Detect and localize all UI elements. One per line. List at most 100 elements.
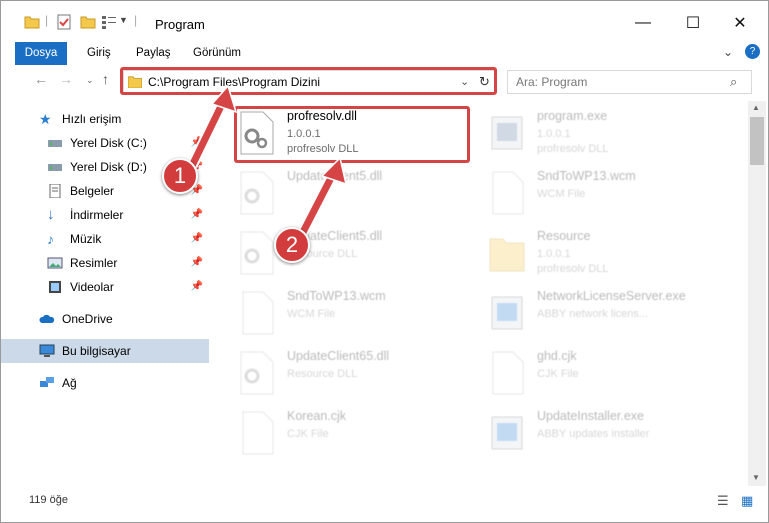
- music-icon: ♪: [47, 231, 54, 247]
- file-line: WCM File: [287, 308, 336, 320]
- pin-icon[interactable]: 📌: [191, 209, 203, 220]
- minimize-button[interactable]: —: [631, 11, 655, 35]
- tab-giris[interactable]: Giriş: [87, 42, 111, 64]
- file-name: UpdateInstaller.exe: [537, 409, 645, 423]
- nav-item-label: Belgeler: [70, 184, 115, 198]
- nav-item-label: Hızlı erişim: [62, 112, 122, 126]
- nav-item-label: Resimler: [70, 256, 118, 270]
- step-badge-1: 1: [162, 158, 198, 194]
- close-button[interactable]: ✕: [728, 11, 752, 35]
- maximize-button[interactable]: ☐: [681, 11, 705, 35]
- nav-item-downloads[interactable]: ↓ İndirmeler 📌: [1, 203, 209, 227]
- pin-icon[interactable]: 📌: [191, 233, 203, 244]
- tab-dosya[interactable]: Dosya: [15, 42, 67, 65]
- star-icon: ★: [39, 111, 52, 127]
- file-name: UpdateClient5.dll: [287, 169, 383, 183]
- exe-file-icon: [491, 116, 523, 150]
- dll-file-icon: [240, 351, 274, 395]
- file-name: SndToWP13.wcm: [287, 289, 386, 303]
- nav-item-this-pc[interactable]: Bu bilgisayar: [1, 339, 209, 363]
- file-highlight: [234, 106, 470, 163]
- item-count: 119 öğe: [29, 494, 68, 506]
- search-input[interactable]: Ara: Program: [516, 75, 587, 89]
- vertical-scrollbar[interactable]: ▲ ▼: [748, 101, 766, 486]
- file-name: program.exe: [537, 109, 608, 123]
- videos-icon: [49, 281, 61, 293]
- pin-icon[interactable]: 📌: [191, 281, 203, 292]
- documents-icon: [49, 184, 61, 198]
- nav-item-disk-c[interactable]: Yerel Disk (C:) 📌: [1, 131, 209, 155]
- computer-icon: [39, 344, 55, 357]
- tab-paylas[interactable]: Paylaş: [136, 42, 171, 64]
- search-box[interactable]: Ara: Program ⌕: [507, 70, 752, 94]
- exe-file-icon: [491, 296, 523, 330]
- step-badge-2: 2: [274, 227, 310, 263]
- file-line: CJK File: [537, 368, 579, 380]
- drive-icon: [48, 140, 62, 147]
- file-item[interactable]: UpdateInstaller.exe ABBY updates install…: [489, 409, 739, 467]
- pictures-icon: [47, 257, 63, 269]
- scrollbar-thumb[interactable]: [750, 117, 764, 165]
- nav-item-quick-access[interactable]: ★ Hızlı erişim: [1, 107, 209, 131]
- properties-icon[interactable]: [56, 14, 72, 30]
- dll-file-icon: [240, 231, 274, 275]
- download-icon: ↓: [47, 206, 55, 223]
- details-view-icon[interactable]: ☰: [717, 493, 729, 509]
- tab-gorunum[interactable]: Görünüm: [193, 42, 241, 64]
- file-line: profresolv DLL: [537, 143, 609, 155]
- customize-toolbar-icon[interactable]: ▼: [119, 15, 128, 25]
- file-item[interactable]: UpdateClient65.dll Resource DLL: [239, 349, 489, 407]
- file-name: UpdateClient65.dll: [287, 349, 390, 363]
- file-item[interactable]: Korean.cjk CJK File: [239, 409, 489, 467]
- new-folder-icon[interactable]: [80, 14, 96, 30]
- file-item[interactable]: SndToWP13.wcm WCM File: [489, 169, 739, 227]
- nav-item-label: Yerel Disk (D:): [70, 160, 147, 174]
- status-bar: 119 öğe ☰ ▦: [1, 487, 768, 522]
- file-item[interactable]: program.exe 1.0.0.1 profresolv DLL: [489, 109, 739, 167]
- pin-icon[interactable]: 📌: [191, 137, 203, 148]
- cloud-icon: [39, 314, 55, 323]
- ribbon-tabs: Dosya Giriş Paylaş Görünüm ⌄ ?: [1, 39, 768, 65]
- view-icon[interactable]: [101, 14, 117, 30]
- scroll-down-icon[interactable]: ▼: [752, 473, 760, 482]
- file-item[interactable]: UpdateClient5.dll: [239, 169, 489, 227]
- chevron-down-icon[interactable]: ⌄: [723, 45, 733, 59]
- nav-item-videos[interactable]: Videolar 📌: [1, 275, 209, 299]
- file-icon: [242, 411, 274, 455]
- separator: |: [45, 13, 49, 27]
- back-arrow-icon[interactable]: ←: [34, 71, 48, 87]
- search-icon[interactable]: ⌕: [730, 74, 737, 90]
- file-line: WCM File: [537, 188, 586, 200]
- file-item[interactable]: ghd.cjk CJK File: [489, 349, 739, 407]
- address-highlight: [120, 67, 497, 95]
- file-name: Resource: [537, 229, 591, 243]
- scroll-up-icon[interactable]: ▲: [752, 103, 760, 112]
- file-item[interactable]: Resource 1.0.0.1 profresolv DLL: [489, 229, 739, 287]
- file-line: ABBY updates installer: [537, 428, 650, 440]
- forward-arrow-icon[interactable]: →: [59, 71, 73, 87]
- nav-item-label: OneDrive: [62, 312, 113, 326]
- up-arrow-icon[interactable]: ↑: [102, 71, 109, 87]
- nav-item-label: Müzik: [70, 232, 102, 246]
- nav-item-onedrive[interactable]: OneDrive: [1, 307, 209, 331]
- file-line: 1.0.0.1: [537, 248, 571, 260]
- file-item[interactable]: SndToWP13.wcm WCM File: [239, 289, 489, 347]
- title-bar: | ▼ | Program — ☐ ✕: [1, 1, 768, 39]
- nav-item-label: Yerel Disk (C:): [70, 136, 147, 150]
- file-line: CJK File: [287, 428, 329, 440]
- nav-item-pictures[interactable]: Resimler 📌: [1, 251, 209, 275]
- nav-item-music[interactable]: ♪ Müzik 📌: [1, 227, 209, 251]
- nav-item-label: Ağ: [62, 376, 77, 390]
- folder-icon[interactable]: [24, 14, 40, 30]
- tiles-view-icon[interactable]: ▦: [741, 493, 753, 509]
- recent-locations-icon[interactable]: ⌄: [86, 75, 94, 86]
- nav-item-label: Bu bilgisayar: [62, 344, 131, 358]
- help-icon[interactable]: ?: [745, 44, 760, 59]
- file-name: SndToWP13.wcm: [537, 169, 636, 183]
- file-icon: [492, 351, 524, 395]
- pin-icon[interactable]: 📌: [191, 257, 203, 268]
- drive-icon: [48, 164, 62, 171]
- file-item[interactable]: NetworkLicenseServer.exe ABBY network li…: [489, 289, 739, 347]
- nav-item-network[interactable]: Ağ: [1, 371, 209, 395]
- file-name: ghd.cjk: [537, 349, 577, 363]
